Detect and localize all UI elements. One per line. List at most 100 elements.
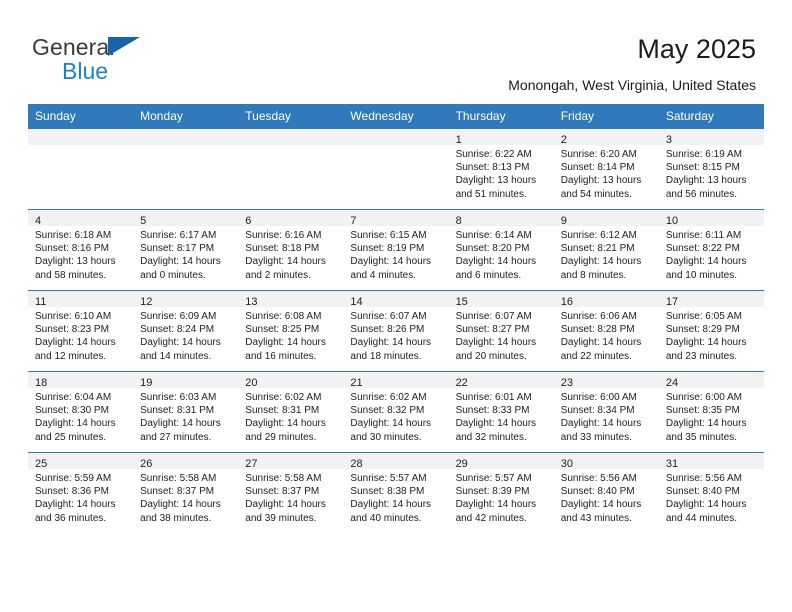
daylight-duration-line2: and 58 minutes. [35,269,107,281]
calendar-day-cell[interactable]: 15 Sunrise: 6:07 AM Sunset: 8:27 PM Dayligh… [448,290,554,372]
day-number: 27 [245,458,258,470]
calendar-day-cell[interactable]: 18 Sunrise: 6:04 AM Sunset: 8:30 PM Dayligh… [28,371,134,453]
sunrise-time: Sunrise: 6:04 AM [35,392,112,403]
calendar-day-cell[interactable]: 16 Sunrise: 6:06 AM Sunset: 8:28 PM Dayligh… [553,290,659,372]
day-number: 8 [455,215,462,227]
calendar-day-cell[interactable]: 9 Sunrise: 6:12 AM Sunset: 8:21 PM Daylight… [553,209,659,291]
daylight-duration-line1: Daylight: 14 hours [560,337,642,349]
weekday-header-saturday: Saturday [658,104,764,129]
calendar-day-cell[interactable]: 1 Sunrise: 6:22 AM Sunset: 8:13 PM Daylight… [448,129,554,210]
daylight-duration-line1: Daylight: 14 hours [455,256,537,268]
sunrise-time: Sunrise: 6:19 AM [665,149,742,160]
day-cell-content: 18 Sunrise: 6:04 AM Sunset: 8:30 PM Dayligh… [28,372,134,452]
day-sun-info: Sunrise: 6:17 AM Sunset: 8:17 PM Daylight:… [133,226,238,282]
calendar-day-cell[interactable]: 2 Sunrise: 6:20 AM Sunset: 8:14 PM Daylight… [553,129,659,210]
day-number-band: 22 [448,372,554,389]
calendar-day-cell[interactable]: 12 Sunrise: 6:09 AM Sunset: 8:24 PM Dayligh… [133,290,239,372]
calendar-day-cell[interactable] [28,129,134,210]
sunrise-time: Sunrise: 5:58 AM [245,473,322,484]
day-number: 30 [560,458,573,470]
day-cell-content: 30 Sunrise: 5:56 AM Sunset: 8:40 PM Dayligh… [553,453,659,533]
daylight-duration-line1: Daylight: 14 hours [350,499,432,511]
daylight-duration-line2: and 51 minutes. [455,188,527,200]
calendar-day-cell[interactable]: 6 Sunrise: 6:16 AM Sunset: 8:18 PM Daylight… [238,209,344,291]
sunrise-time: Sunrise: 6:06 AM [560,311,637,322]
calendar-day-cell[interactable]: 22 Sunrise: 6:01 AM Sunset: 8:33 PM Dayligh… [448,371,554,453]
day-number-band: 5 [133,210,239,227]
day-number-band [133,129,239,145]
calendar-day-cell[interactable]: 26 Sunrise: 5:58 AM Sunset: 8:37 PM Dayligh… [133,452,239,533]
calendar-day-cell[interactable]: 28 Sunrise: 5:57 AM Sunset: 8:38 PM Dayligh… [343,452,449,533]
calendar-day-cell[interactable]: 23 Sunrise: 6:00 AM Sunset: 8:34 PM Dayligh… [553,371,659,453]
calendar-day-cell[interactable]: 17 Sunrise: 6:05 AM Sunset: 8:29 PM Dayligh… [658,290,764,372]
daylight-duration-line2: and 22 minutes. [560,350,632,362]
day-number: 15 [455,296,468,308]
calendar-day-cell[interactable]: 27 Sunrise: 5:58 AM Sunset: 8:37 PM Dayligh… [238,452,344,533]
day-number: 3 [665,134,672,146]
daylight-duration-line1: Daylight: 14 hours [665,256,747,268]
sunset-time: Sunset: 8:37 PM [245,486,320,498]
day-sun-info: Sunrise: 5:58 AM Sunset: 8:37 PM Daylight:… [238,469,343,525]
general-blue-logo[interactable]: General Blue [32,36,252,88]
calendar-day-cell[interactable]: 20 Sunrise: 6:02 AM Sunset: 8:31 PM Dayligh… [238,371,344,453]
calendar-day-cell[interactable]: 7 Sunrise: 6:15 AM Sunset: 8:19 PM Daylight… [343,209,449,291]
sunrise-sunset-calendar-table: Sunday Monday Tuesday Wednesday Thursday… [28,104,764,533]
calendar-day-cell[interactable] [133,129,239,210]
day-number: 21 [350,377,363,389]
day-number-band: 2 [553,129,659,146]
day-sun-info: Sunrise: 6:15 AM Sunset: 8:19 PM Daylight:… [343,226,448,282]
calendar-day-cell[interactable]: 21 Sunrise: 6:02 AM Sunset: 8:32 PM Dayligh… [343,371,449,453]
day-cell-content: 5 Sunrise: 6:17 AM Sunset: 8:17 PM Daylight… [133,210,239,290]
daylight-duration-line1: Daylight: 14 hours [140,499,221,511]
day-sun-info: Sunrise: 6:00 AM Sunset: 8:34 PM Daylight:… [554,388,659,444]
day-cell-content: 4 Sunrise: 6:18 AM Sunset: 8:16 PM Daylight… [28,210,134,290]
day-number-band: 21 [343,372,449,389]
calendar-day-cell[interactable]: 14 Sunrise: 6:07 AM Sunset: 8:26 PM Dayligh… [343,290,449,372]
day-cell-content: 14 Sunrise: 6:07 AM Sunset: 8:26 PM Dayligh… [343,291,449,371]
calendar-day-cell[interactable]: 24 Sunrise: 6:00 AM Sunset: 8:35 PM Dayligh… [658,371,764,453]
daylight-duration-line1: Daylight: 14 hours [350,256,432,268]
sunrise-time: Sunrise: 6:15 AM [350,230,427,241]
day-sun-info: Sunrise: 5:59 AM Sunset: 8:36 PM Daylight:… [28,469,133,525]
calendar-day-cell[interactable]: 8 Sunrise: 6:14 AM Sunset: 8:20 PM Daylight… [448,209,554,291]
calendar-day-cell[interactable] [238,129,344,210]
day-sun-info: Sunrise: 6:02 AM Sunset: 8:32 PM Daylight:… [343,388,448,444]
calendar-day-cell[interactable]: 29 Sunrise: 5:57 AM Sunset: 8:39 PM Dayligh… [448,452,554,533]
calendar-day-cell[interactable]: 10 Sunrise: 6:11 AM Sunset: 8:22 PM Dayligh… [658,209,764,291]
calendar-day-cell[interactable]: 3 Sunrise: 6:19 AM Sunset: 8:15 PM Daylight… [658,129,764,210]
day-number-band: 26 [133,453,239,470]
sunset-time: Sunset: 8:31 PM [245,405,320,417]
day-number: 9 [560,215,567,227]
calendar-day-cell[interactable]: 4 Sunrise: 6:18 AM Sunset: 8:16 PM Daylight… [28,209,134,291]
day-number: 11 [35,296,47,308]
weekday-header-wednesday: Wednesday [343,104,449,129]
day-sun-info: Sunrise: 5:56 AM Sunset: 8:40 PM Daylight:… [554,469,659,525]
daylight-duration-line2: and 20 minutes. [455,350,527,362]
day-number: 10 [665,215,679,227]
calendar-day-cell[interactable]: 25 Sunrise: 5:59 AM Sunset: 8:36 PM Dayligh… [28,452,134,533]
calendar-day-cell[interactable]: 19 Sunrise: 6:03 AM Sunset: 8:31 PM Dayligh… [133,371,239,453]
calendar-day-cell[interactable]: 5 Sunrise: 6:17 AM Sunset: 8:17 PM Daylight… [133,209,239,291]
calendar-day-cell[interactable]: 31 Sunrise: 5:56 AM Sunset: 8:40 PM Dayligh… [658,452,764,533]
day-sun-info: Sunrise: 6:08 AM Sunset: 8:25 PM Daylight:… [238,307,343,363]
sunrise-time: Sunrise: 6:18 AM [35,230,112,241]
calendar-day-cell[interactable]: 11 Sunrise: 6:10 AM Sunset: 8:23 PM Dayligh… [28,290,134,372]
daylight-duration-line1: Daylight: 14 hours [245,499,326,511]
daylight-duration-line2: and 54 minutes. [560,188,632,200]
daylight-duration-line2: and 38 minutes. [140,512,212,524]
sunset-time: Sunset: 8:39 PM [455,486,530,498]
sunset-time: Sunset: 8:31 PM [140,405,215,417]
day-number-band: 28 [343,453,449,470]
calendar-header-row: Sunday Monday Tuesday Wednesday Thursday… [28,104,764,129]
day-number: 4 [35,215,42,227]
day-sun-info: Sunrise: 6:14 AM Sunset: 8:20 PM Daylight:… [449,226,554,282]
daylight-duration-line1: Daylight: 14 hours [560,499,642,511]
calendar-day-cell[interactable] [343,129,449,210]
calendar-day-cell[interactable]: 30 Sunrise: 5:56 AM Sunset: 8:40 PM Dayligh… [553,452,659,533]
day-sun-info: Sunrise: 5:57 AM Sunset: 8:38 PM Daylight:… [343,469,448,525]
day-number: 28 [350,458,363,470]
day-number-band: 31 [658,453,764,470]
sunset-time: Sunset: 8:40 PM [560,486,635,498]
calendar-day-cell[interactable]: 13 Sunrise: 6:08 AM Sunset: 8:25 PM Dayligh… [238,290,344,372]
daylight-duration-line1: Daylight: 14 hours [350,337,432,349]
